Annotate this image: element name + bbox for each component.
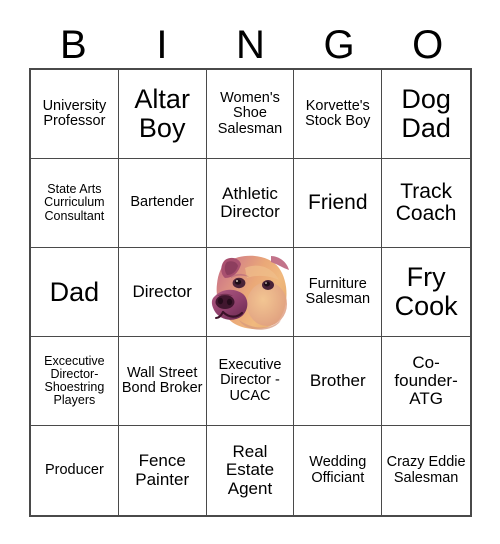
bingo-cell-label: State Arts Curriculum Consultant [44, 182, 105, 223]
bingo-cell[interactable]: State Arts Curriculum Consultant [31, 159, 119, 248]
bingo-cell-label: Wall Street Bond Broker [121, 364, 203, 396]
bingo-cell[interactable]: Director [118, 248, 207, 337]
bingo-cell[interactable]: Athletic Director [206, 159, 295, 248]
bingo-cell[interactable]: University Professor [31, 70, 119, 159]
bingo-cell-label: Fry Cook [394, 262, 458, 321]
bingo-cell-label: Fence Painter [135, 451, 190, 489]
bingo-cell-label: Real Estate Agent [225, 442, 275, 498]
bingo-cell[interactable]: Fence Painter [118, 426, 207, 515]
bingo-header-letter-g: G [323, 22, 355, 67]
bingo-free-space-cell[interactable] [206, 248, 295, 337]
bingo-cell[interactable]: Wedding Officiant [294, 426, 383, 515]
bingo-cell[interactable]: Real Estate Agent [206, 426, 295, 515]
bingo-cell-label: Crazy Eddie Salesman [386, 454, 466, 486]
bingo-header-letter-o: O [412, 22, 444, 67]
bingo-cell[interactable]: Producer [31, 426, 119, 515]
bingo-cell-label: Producer [44, 461, 104, 478]
bingo-cell-label: Track Coach [395, 179, 457, 225]
bingo-cell[interactable]: Friend [294, 159, 383, 248]
bingo-cell-label: Co-founder-ATG [394, 352, 458, 408]
bingo-cell-label: Altar Boy [134, 84, 190, 143]
bingo-cell-label: Dad [49, 276, 100, 307]
bingo-card: B I N G O University Professor Altar Boy W… [0, 0, 500, 544]
bingo-cell[interactable]: Dog Dad [382, 70, 470, 159]
bingo-header-row: B I N G O [29, 21, 472, 68]
bingo-cell-label: Dog Dad [401, 84, 451, 143]
bingo-header-letter-b: B [59, 22, 87, 67]
bingo-cell-label: Bartender [130, 194, 195, 211]
bingo-cell-label: Excecutive Director-Shoestring Players [44, 353, 105, 408]
bingo-cell-label: Athletic Director [220, 183, 280, 221]
bingo-cell-label: Women's Shoe Salesman [217, 89, 283, 137]
bingo-cell[interactable]: Crazy Eddie Salesman [382, 426, 470, 515]
bingo-cell[interactable]: Furniture Salesman [294, 248, 383, 337]
bingo-cell[interactable]: Executive Director - UCAC [206, 337, 295, 426]
free-space-image [206, 248, 294, 336]
bingo-cell-label: Director [132, 281, 192, 301]
bingo-cell[interactable]: Bartender [118, 159, 207, 248]
bingo-cell-label: Brother [309, 370, 366, 390]
bingo-cell-label: Korvette's Stock Boy [305, 97, 371, 129]
bingo-cell-label: Furniture Salesman [305, 275, 371, 307]
bingo-header-letter-i: I [156, 22, 168, 67]
bingo-header-letter-n: N [236, 22, 265, 67]
bingo-cell[interactable]: Altar Boy [118, 70, 207, 159]
bingo-cell[interactable]: Dad [31, 248, 119, 337]
bingo-cell-label: University Professor [42, 97, 107, 129]
dog-photo-icon [208, 252, 291, 332]
bingo-cell-label: Friend [308, 190, 368, 214]
bingo-cell[interactable]: Brother [294, 337, 383, 426]
bingo-cell[interactable]: Wall Street Bond Broker [118, 337, 207, 426]
bingo-cell[interactable]: Excecutive Director-Shoestring Players [31, 337, 119, 426]
bingo-cell[interactable]: Track Coach [382, 159, 470, 248]
bingo-cell[interactable]: Fry Cook [382, 248, 470, 337]
bingo-cell[interactable]: Women's Shoe Salesman [206, 70, 295, 159]
bingo-cell-label: Executive Director - UCAC [218, 356, 282, 404]
bingo-cell-label: Wedding Officiant [309, 454, 367, 486]
bingo-grid: University Professor Altar Boy Women's Sho… [29, 68, 472, 517]
bingo-cell[interactable]: Korvette's Stock Boy [294, 70, 383, 159]
bingo-cell[interactable]: Co-founder-ATG [382, 337, 470, 426]
